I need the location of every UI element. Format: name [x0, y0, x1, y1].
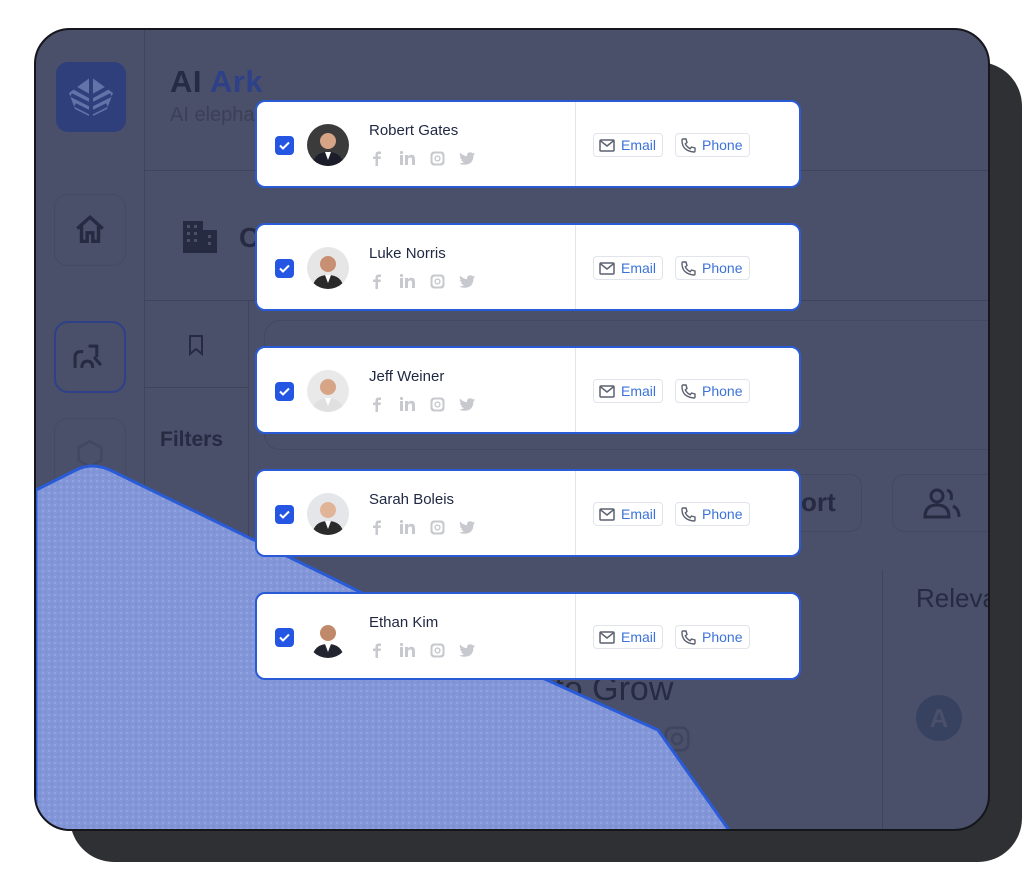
contact-actions: Email Phone	[593, 256, 750, 280]
contact-info: Luke Norris	[257, 225, 576, 309]
person-photo	[307, 616, 349, 658]
avatar	[307, 493, 349, 535]
contact-name: Jeff Weiner	[369, 368, 445, 385]
avatar	[307, 616, 349, 658]
twitter-icon[interactable]	[459, 150, 475, 166]
contact-actions: Email Phone	[593, 625, 750, 649]
facebook-icon[interactable]	[369, 396, 385, 412]
checkmark-icon	[279, 264, 290, 273]
instagram-icon[interactable]	[429, 642, 445, 658]
person-photo	[307, 124, 349, 166]
phone-button[interactable]: Phone	[675, 379, 750, 403]
email-button[interactable]: Email	[593, 133, 664, 157]
mail-icon	[599, 261, 615, 275]
contact-info: Sarah Boleis	[257, 471, 576, 555]
email-button[interactable]: Email	[593, 502, 664, 526]
email-label: Email	[621, 506, 657, 522]
twitter-icon[interactable]	[459, 519, 475, 535]
linkedin-icon[interactable]	[399, 519, 415, 535]
contact-card[interactable]: Ethan Kim Email Phone	[255, 592, 801, 680]
avatar	[307, 124, 349, 166]
linkedin-icon[interactable]	[399, 642, 415, 658]
instagram-icon[interactable]	[429, 396, 445, 412]
select-checkbox[interactable]	[275, 136, 294, 155]
contact-info: Robert Gates	[257, 102, 576, 186]
checkmark-icon	[279, 141, 290, 150]
email-label: Email	[621, 137, 657, 153]
mail-icon	[599, 630, 615, 644]
email-button[interactable]: Email	[593, 256, 664, 280]
checkmark-icon	[279, 510, 290, 519]
social-links	[369, 150, 475, 166]
phone-button[interactable]: Phone	[675, 256, 750, 280]
checkmark-icon	[279, 387, 290, 396]
twitter-icon[interactable]	[459, 273, 475, 289]
linkedin-icon[interactable]	[399, 273, 415, 289]
contact-info: Ethan Kim	[257, 594, 576, 678]
mail-icon	[599, 507, 615, 521]
linkedin-icon[interactable]	[399, 150, 415, 166]
email-label: Email	[621, 629, 657, 645]
facebook-icon[interactable]	[369, 642, 385, 658]
social-links	[369, 519, 475, 535]
phone-icon	[681, 383, 696, 399]
select-checkbox[interactable]	[275, 259, 294, 278]
contact-card[interactable]: Robert Gates Email Phone	[255, 100, 801, 188]
linkedin-icon[interactable]	[399, 396, 415, 412]
instagram-icon[interactable]	[429, 273, 445, 289]
contact-info: Jeff Weiner	[257, 348, 576, 432]
contact-name: Ethan Kim	[369, 614, 439, 631]
twitter-icon[interactable]	[459, 642, 475, 658]
instagram-icon[interactable]	[429, 150, 445, 166]
social-links	[369, 396, 475, 412]
mail-icon	[599, 138, 615, 152]
contact-card[interactable]: Sarah Boleis Email Phone	[255, 469, 801, 557]
contact-name: Robert Gates	[369, 122, 459, 139]
contact-actions: Email Phone	[593, 502, 750, 526]
contact-actions: Email Phone	[593, 133, 750, 157]
email-label: Email	[621, 260, 657, 276]
facebook-icon[interactable]	[369, 273, 385, 289]
phone-label: Phone	[702, 629, 743, 645]
contact-actions: Email Phone	[593, 379, 750, 403]
person-photo	[307, 493, 349, 535]
contact-card[interactable]: Luke Norris Email Phone	[255, 223, 801, 311]
person-photo	[307, 370, 349, 412]
twitter-icon[interactable]	[459, 396, 475, 412]
checkmark-icon	[279, 633, 290, 642]
instagram-icon[interactable]	[429, 519, 445, 535]
contact-name: Sarah Boleis	[369, 491, 455, 508]
facebook-icon[interactable]	[369, 519, 385, 535]
phone-icon	[681, 260, 696, 276]
phone-icon	[681, 506, 696, 522]
phone-button[interactable]: Phone	[675, 502, 750, 526]
phone-icon	[681, 629, 696, 645]
person-photo	[307, 247, 349, 289]
select-checkbox[interactable]	[275, 505, 294, 524]
contact-name: Luke Norris	[369, 245, 446, 262]
phone-label: Phone	[702, 383, 743, 399]
email-label: Email	[621, 383, 657, 399]
mail-icon	[599, 384, 615, 398]
phone-button[interactable]: Phone	[675, 133, 750, 157]
phone-label: Phone	[702, 506, 743, 522]
social-links	[369, 642, 475, 658]
social-links	[369, 273, 475, 289]
facebook-icon[interactable]	[369, 150, 385, 166]
email-button[interactable]: Email	[593, 625, 664, 649]
phone-button[interactable]: Phone	[675, 625, 750, 649]
avatar	[307, 370, 349, 412]
phone-icon	[681, 137, 696, 153]
select-checkbox[interactable]	[275, 382, 294, 401]
phone-label: Phone	[702, 137, 743, 153]
avatar	[307, 247, 349, 289]
email-button[interactable]: Email	[593, 379, 664, 403]
select-checkbox[interactable]	[275, 628, 294, 647]
phone-label: Phone	[702, 260, 743, 276]
contact-card[interactable]: Jeff Weiner Email Phone	[255, 346, 801, 434]
